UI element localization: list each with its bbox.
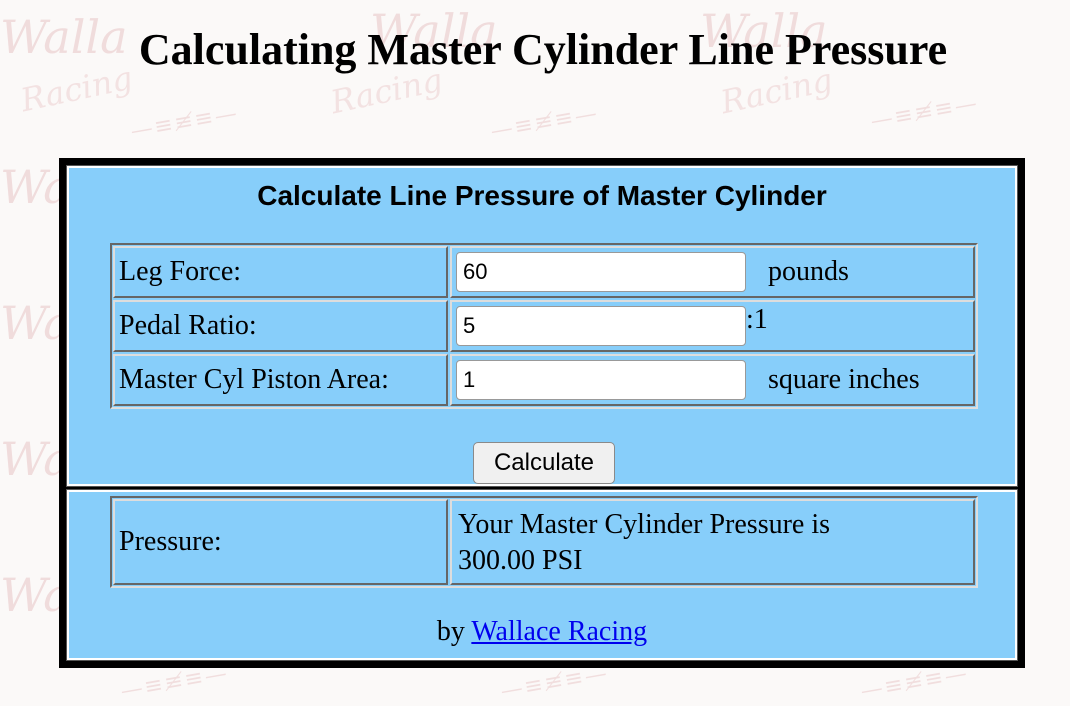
pressure-result: Your Master Cylinder Pressure is 300.00 … (450, 499, 975, 585)
pedal-ratio-label: Pedal Ratio: (113, 300, 448, 352)
background-watermark: —≡≢≡— (488, 100, 601, 145)
leg-force-label: Leg Force: (113, 246, 448, 298)
calculator-frame: Calculate Line Pressure of Master Cylind… (59, 158, 1025, 668)
credit-prefix: by (436, 616, 465, 647)
piston-area-unit: square inches (768, 364, 920, 395)
calculate-button[interactable]: Calculate (473, 442, 615, 484)
pedal-ratio-cell: :1 (450, 300, 975, 352)
pressure-label: Pressure: (113, 499, 448, 585)
result-panel: Pressure: Your Master Cylinder Pressure … (66, 489, 1018, 661)
pedal-ratio-unit: :1 (746, 304, 768, 335)
piston-area-label: Master Cyl Piston Area: (113, 354, 448, 406)
background-watermark: —≡≢≡— (128, 100, 241, 145)
result-table: Pressure: Your Master Cylinder Pressure … (110, 496, 978, 588)
calculator-panel: Calculate Line Pressure of Master Cylind… (66, 165, 1018, 487)
leg-force-unit: pounds (768, 256, 849, 287)
piston-area-cell: square inches (450, 354, 975, 406)
table-row: Master Cyl Piston Area: square inches (113, 354, 975, 406)
leg-force-cell: pounds (450, 246, 975, 298)
pressure-result-line2: 300.00 PSI (458, 545, 583, 576)
background-watermark: —≡≢≡— (868, 90, 981, 135)
pressure-result-line1: Your Master Cylinder Pressure is (458, 509, 831, 540)
pedal-ratio-input[interactable] (456, 306, 746, 346)
page-title: Calculating Master Cylinder Line Pressur… (138, 25, 948, 74)
input-table: Leg Force: pounds Pedal Ratio: :1 Master… (110, 243, 978, 409)
table-row: Pedal Ratio: :1 (113, 300, 975, 352)
calculator-heading: Calculate Line Pressure of Master Cylind… (257, 180, 827, 211)
wallace-racing-link[interactable]: Wallace Racing (471, 616, 647, 647)
credit-line: by Wallace Racing (69, 616, 1015, 648)
table-row: Leg Force: pounds (113, 246, 975, 298)
leg-force-input[interactable] (456, 252, 746, 292)
piston-area-input[interactable] (456, 360, 746, 400)
